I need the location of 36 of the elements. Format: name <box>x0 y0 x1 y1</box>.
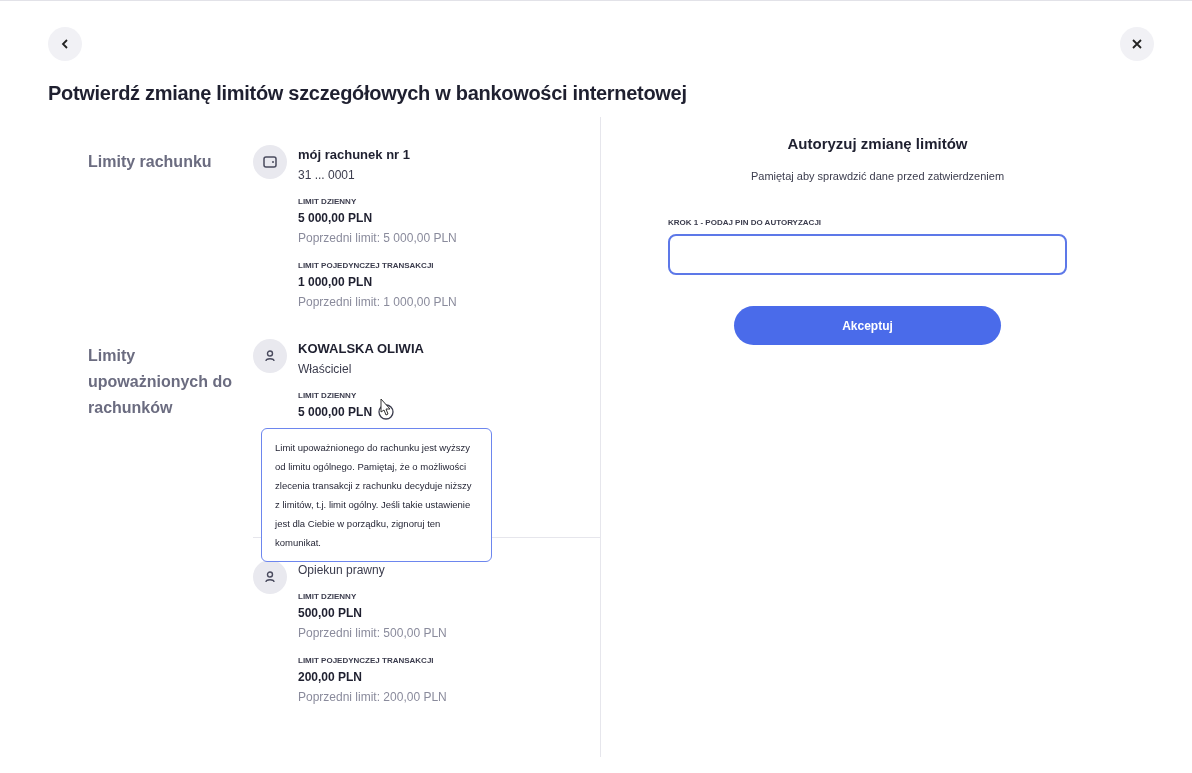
entry-subtitle: 31 ... 0001 <box>298 167 356 184</box>
section-label: Limity rachunku <box>87 152 213 172</box>
close-icon <box>1132 39 1142 49</box>
auth-hint: Pamiętaj aby sprawdzić dane przed zatwierdzeniem <box>750 170 1005 182</box>
previous-limit: Poprzedni limit: 5 000,00 PLN <box>298 230 458 247</box>
person-icon <box>265 350 275 362</box>
limit-label: LIMIT DZIENNY <box>298 390 358 402</box>
auth-title: Autoryzuj zmianę limitów <box>787 135 968 152</box>
previous-limit: Poprzedni limit: 500,00 PLN <box>298 625 448 642</box>
close-button[interactable] <box>1120 27 1154 61</box>
entry-name: mój rachunek nr 1 <box>298 146 411 164</box>
limit-label: LIMIT DZIENNY <box>298 196 358 208</box>
limit-value: 500,00 PLN <box>298 605 363 622</box>
pin-input-field[interactable] <box>668 234 1067 275</box>
back-button[interactable] <box>48 27 82 61</box>
limit-label: LIMIT POJEDYNCZEJ TRANSAKCJI <box>298 260 435 272</box>
limit-label: LIMIT DZIENNY <box>298 591 358 603</box>
previous-limit: Poprzedni limit: 200,00 PLN <box>298 689 448 706</box>
page-title: Potwierdź zmianę limitów szczegółowych w bankowości internetowej <box>48 82 688 105</box>
person-icon <box>265 571 275 583</box>
previous-limit: Poprzedni limit: 1 000,00 PLN <box>298 294 458 311</box>
limit-value: 5 000,00 PLN <box>298 210 373 227</box>
limit-value: 1 000,00 PLN <box>298 274 373 291</box>
wallet-icon <box>263 156 277 168</box>
limit-value: 200,00 PLN <box>298 669 363 686</box>
accept-button[interactable]: Akceptuj <box>734 306 1001 345</box>
chevron-left-icon <box>61 39 69 49</box>
section-label: Limity upoważnionych do rachunków <box>87 346 233 418</box>
info-icon[interactable] <box>378 404 395 420</box>
limit-label: LIMIT POJEDYNCZEJ TRANSAKCJI <box>298 655 435 667</box>
tooltip: Limit upoważnionego do rachunku jest wyższy od limitu ogólnego. Pamiętaj, że o możliwości zlecenia transakcji z rachunku decyduje niższy z limitów, t.j. limit ogólny. Jeśli takie ustawienie jest dla Ciebie w porządku, zignoruj ten komunikat. <box>261 428 493 562</box>
pin-label: KROK 1 - PODAJ PIN DO AUTORYZACJI <box>668 218 823 227</box>
entry-name: KOWALSKA OLIWIA <box>298 340 425 358</box>
entry-subtitle: Właściciel <box>298 361 353 378</box>
entry-subtitle: Opiekun prawny <box>298 562 386 579</box>
limit-value: 5 000,00 PLN <box>298 404 373 421</box>
